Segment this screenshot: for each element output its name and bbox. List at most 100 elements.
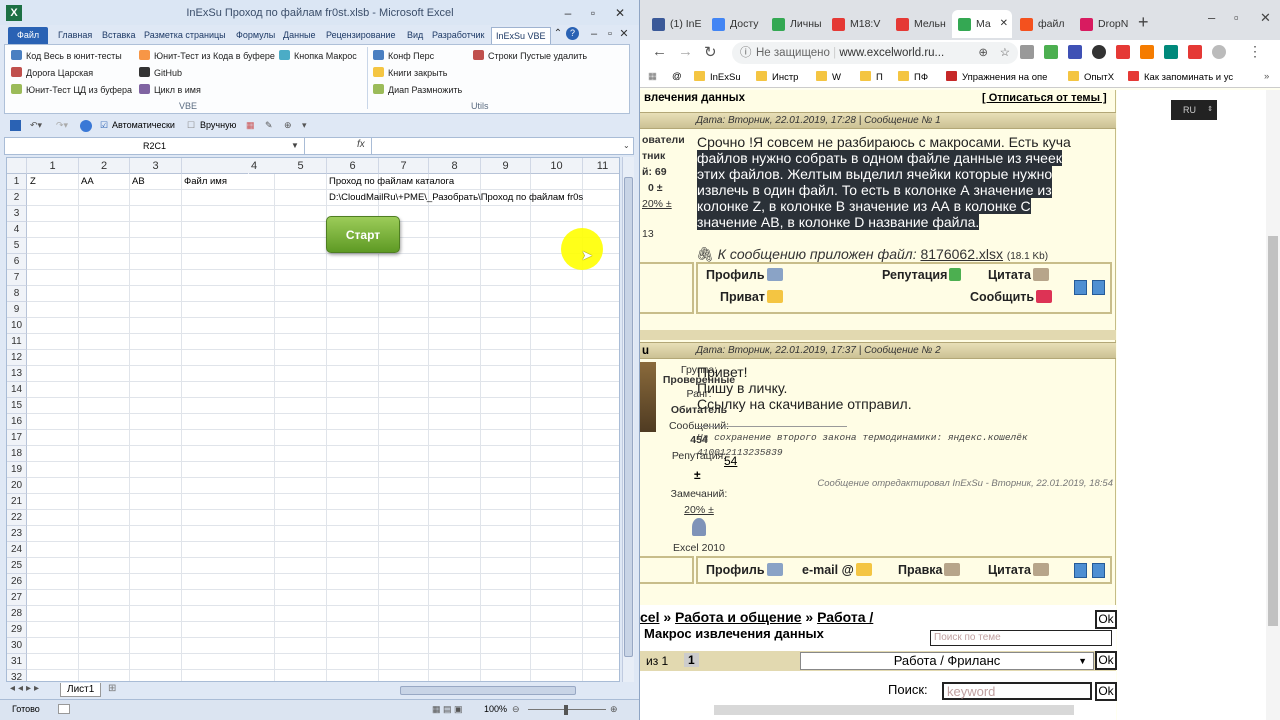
tab-file[interactable]: Файл bbox=[8, 27, 49, 44]
extension-icon[interactable] bbox=[1092, 45, 1106, 59]
row-header[interactable]: 13 bbox=[7, 366, 27, 382]
bookmarks-more-icon[interactable]: » bbox=[1264, 71, 1269, 82]
column-header[interactable]: 1 bbox=[27, 158, 79, 174]
column-header[interactable]: 11 bbox=[583, 158, 619, 174]
bookmark-item[interactable]: Упражнения на опе bbox=[946, 71, 1047, 83]
column-header[interactable]: 8 bbox=[429, 158, 481, 174]
select-all-corner[interactable] bbox=[7, 158, 27, 174]
forward-icon[interactable]: → bbox=[678, 43, 693, 60]
conf-pers-button[interactable]: Конф Перс bbox=[373, 49, 434, 63]
window-minimize-icon[interactable]: – bbox=[1208, 10, 1215, 25]
bookmark-item[interactable]: Инстр bbox=[756, 71, 798, 83]
row-header[interactable]: 29 bbox=[7, 622, 27, 638]
row-header[interactable]: 8 bbox=[7, 286, 27, 302]
row-header[interactable]: 4 bbox=[7, 222, 27, 238]
tab-review[interactable]: Рецензирование bbox=[326, 27, 396, 44]
auto-calc-check-icon[interactable]: ☑ bbox=[100, 120, 108, 131]
topic-search-input[interactable]: Поиск по теме bbox=[930, 630, 1112, 646]
horizontal-scroll-thumb[interactable] bbox=[400, 686, 576, 695]
code-to-unit-tests-button[interactable]: Код Весь в юнит-тесты bbox=[11, 49, 122, 63]
row-header[interactable]: 7 bbox=[7, 270, 27, 286]
close-icon[interactable]: ✕ bbox=[612, 6, 628, 20]
row-header[interactable]: 20 bbox=[7, 478, 27, 494]
cell-r1c2[interactable]: AA bbox=[81, 174, 94, 190]
row-header[interactable]: 10 bbox=[7, 318, 27, 334]
row-header[interactable]: 19 bbox=[7, 462, 27, 478]
ribbon-collapse-icon[interactable]: ⌃ bbox=[550, 27, 566, 41]
breadcrumb-section[interactable]: Работа и общение bbox=[675, 609, 801, 625]
row-header[interactable]: 27 bbox=[7, 590, 27, 606]
manual-calc-check-icon[interactable]: ☐ bbox=[187, 120, 195, 131]
sheet-nav-icon[interactable]: ◂◂▸▸ bbox=[10, 683, 42, 694]
row-header[interactable]: 28 bbox=[7, 606, 27, 622]
column-header[interactable]: 2 bbox=[79, 158, 130, 174]
row-header[interactable]: 17 bbox=[7, 430, 27, 446]
name-box[interactable]: R2C1 bbox=[5, 138, 305, 154]
url-field[interactable]: ⓘ Не защищено | www.excelworld.ru... ⊕ ☆ bbox=[732, 42, 1018, 64]
row-header[interactable]: 31 bbox=[7, 654, 27, 670]
scroll-top-icon[interactable] bbox=[1092, 280, 1105, 295]
breadcrumb-forum[interactable]: Работа / bbox=[817, 609, 873, 625]
pager-current-page[interactable]: 1 bbox=[684, 653, 699, 667]
row-header[interactable]: 11 bbox=[7, 334, 27, 350]
worksheet-grid[interactable]: 1 2 3 4 5 6 7 8 9 10 11 1 2 3 4 5 6 7 8 9 10 11 12 1… bbox=[6, 157, 620, 682]
report-button[interactable]: Сообщить bbox=[970, 290, 1053, 304]
row-header[interactable]: 25 bbox=[7, 558, 27, 574]
qat-more-icon[interactable]: ▾ bbox=[302, 120, 307, 131]
browser-tab[interactable]: файл bbox=[1014, 10, 1072, 38]
row-header[interactable]: 9 bbox=[7, 302, 27, 318]
macro-record-icon[interactable] bbox=[58, 704, 70, 714]
column-header[interactable]: 5 bbox=[275, 158, 327, 174]
info-icon[interactable]: ⓘ bbox=[740, 42, 752, 64]
browser-menu-icon[interactable]: ⋮ bbox=[1248, 43, 1262, 60]
row-header[interactable]: 21 bbox=[7, 494, 27, 510]
reputation-button[interactable]: Репутация bbox=[882, 268, 962, 282]
profile-button[interactable]: Профиль bbox=[706, 268, 783, 282]
row-header[interactable]: 14 bbox=[7, 382, 27, 398]
browser-tab[interactable]: (1) InE bbox=[646, 10, 704, 38]
extension-icon[interactable] bbox=[1140, 45, 1154, 59]
browser-tab-active[interactable]: Ма ✕ bbox=[952, 10, 1012, 38]
tab-page-layout[interactable]: Разметка страницы bbox=[144, 27, 226, 44]
scroll-top-icon[interactable] bbox=[1092, 563, 1105, 578]
quote-button[interactable]: Цитата bbox=[988, 268, 1049, 282]
column-header[interactable]: 10 bbox=[531, 158, 583, 174]
tab-formulas[interactable]: Формулы bbox=[236, 27, 275, 44]
tab-inexsu-vbe[interactable]: InExSu VBE bbox=[491, 27, 551, 44]
browser-tab[interactable]: M18:V bbox=[826, 10, 884, 38]
bookmark-item[interactable]: Как запоминать и ус bbox=[1128, 71, 1233, 83]
row-header[interactable]: 18 bbox=[7, 446, 27, 462]
format-tool-icon[interactable]: ✎ bbox=[265, 120, 273, 131]
column-header[interactable]: 6 bbox=[327, 158, 379, 174]
tab-view[interactable]: Вид bbox=[407, 27, 423, 44]
redo-icon[interactable]: ↷▾ bbox=[56, 120, 68, 131]
apps-icon[interactable]: ▦ bbox=[648, 71, 657, 82]
profile-button[interactable]: Профиль bbox=[706, 563, 783, 577]
ok-button[interactable]: Ok bbox=[1095, 610, 1117, 629]
unsubscribe-link[interactable]: [ Отписаться от темы ] bbox=[982, 92, 1107, 104]
private-message-button[interactable]: Приват bbox=[720, 290, 783, 304]
workbook-close-icon[interactable]: ✕ bbox=[616, 27, 632, 41]
help-icon[interactable]: ? bbox=[566, 27, 579, 40]
zoom-in-icon[interactable]: ⊕ bbox=[610, 704, 618, 715]
vertical-scrollbar[interactable] bbox=[622, 157, 634, 682]
row-header[interactable]: 26 bbox=[7, 574, 27, 590]
tab-close-icon[interactable]: ✕ bbox=[1000, 10, 1008, 38]
scroll-up-icon[interactable] bbox=[1074, 280, 1087, 295]
row-header[interactable]: 22 bbox=[7, 510, 27, 526]
bookmark-item[interactable]: П bbox=[860, 71, 883, 83]
cell-r1c6[interactable]: Проход по файлам каталога bbox=[329, 174, 454, 190]
bookmark-item[interactable]: ПФ bbox=[898, 71, 928, 83]
start-macro-button[interactable]: Старт bbox=[326, 216, 400, 253]
extension-icon[interactable] bbox=[1188, 45, 1202, 59]
browser-tab[interactable]: Мельн bbox=[890, 10, 948, 38]
refresh-icon[interactable] bbox=[80, 120, 92, 132]
ok-button[interactable]: Ok bbox=[1095, 682, 1117, 701]
manual-calc-label[interactable]: Вручную bbox=[200, 120, 236, 130]
cell-r1c3[interactable]: AB bbox=[132, 174, 145, 190]
workbook-minimize-icon[interactable]: – bbox=[586, 27, 602, 41]
view-buttons-icon[interactable]: ▦ ▤ ▣ bbox=[432, 704, 463, 715]
loop-to-name-button[interactable]: Цикл в имя bbox=[139, 83, 201, 97]
zoom-level[interactable]: 100% bbox=[484, 704, 507, 714]
forum-select[interactable]: Работа / Фриланс ▼ bbox=[800, 652, 1094, 670]
